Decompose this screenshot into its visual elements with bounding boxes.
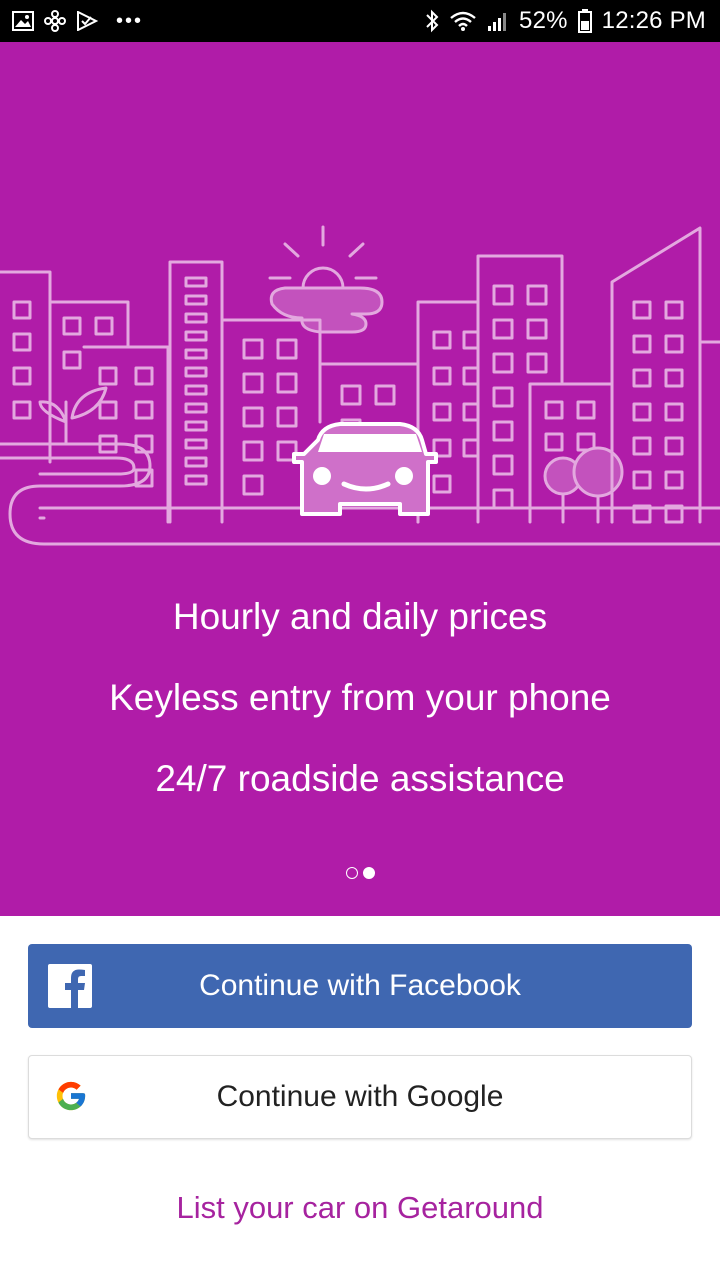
clock: 12:26 PM: [601, 7, 706, 34]
signal-icon: [487, 10, 509, 32]
check-flag-icon: [76, 11, 98, 31]
battery-percent: 52%: [519, 7, 568, 34]
status-bar: ••• 52% 12:26 PM: [0, 0, 720, 42]
gallery-icon: [12, 11, 34, 31]
google-g-icon: [53, 1078, 89, 1114]
hero-panel: Hourly and daily prices Keyless entry fr…: [0, 42, 720, 916]
feature-hourly-daily-prices: Hourly and daily prices: [172, 596, 548, 637]
continue-with-facebook-button[interactable]: Continue with Facebook: [28, 944, 692, 1028]
page-dot-1[interactable]: [345, 867, 358, 879]
feature-roadside-assistance: 24/7 roadside assistance: [155, 758, 565, 799]
city-with-car-illustration: [0, 225, 720, 546]
bluetooth-icon: [425, 9, 439, 33]
page-dot-2-active[interactable]: [362, 867, 375, 879]
pinwheel-icon: [44, 10, 66, 32]
car-icon: [292, 422, 438, 516]
battery-icon: [577, 9, 592, 33]
status-right-icons: 52% 12:26 PM: [425, 7, 706, 35]
status-left-icons: •••: [12, 10, 143, 33]
feature-keyless-entry: Keyless entry from your phone: [109, 677, 611, 718]
more-dots-icon: •••: [116, 9, 144, 32]
facebook-icon: [48, 964, 92, 1008]
feature-list: Hourly and daily prices Keyless entry fr…: [0, 597, 720, 840]
google-button-label: Continue with Google: [216, 1080, 504, 1113]
wifi-icon: [449, 10, 477, 32]
page-indicator[interactable]: [0, 867, 720, 879]
list-your-car-link[interactable]: List your car on Getaround: [0, 1190, 720, 1226]
facebook-button-label: Continue with Facebook: [199, 969, 521, 1002]
continue-with-google-button[interactable]: Continue with Google: [28, 1055, 692, 1139]
